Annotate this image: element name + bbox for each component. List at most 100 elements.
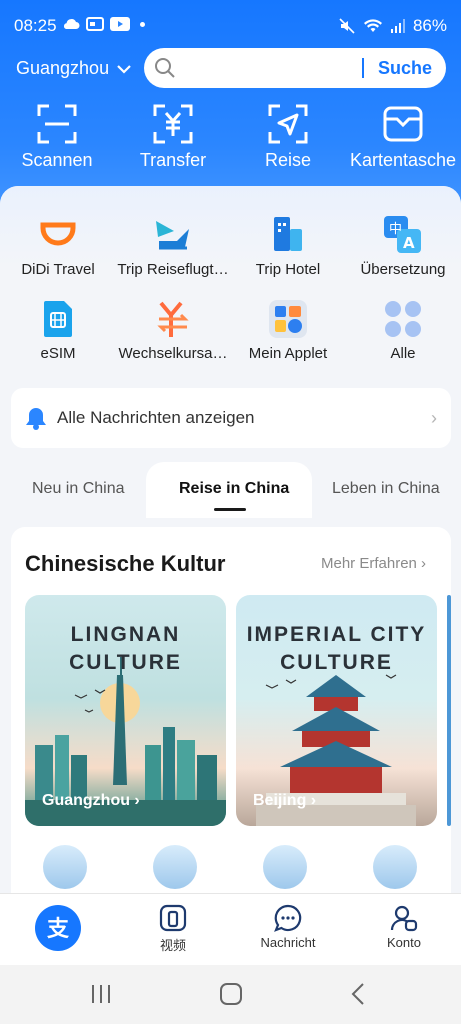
translate-icon: 中A [383, 215, 423, 255]
service-label: Übersetzung [360, 261, 446, 278]
back-icon[interactable] [350, 982, 366, 1006]
chevron-right-icon: › [431, 408, 437, 428]
card-wallet-button[interactable]: Kartentasche [348, 104, 458, 171]
esim-icon [38, 299, 78, 339]
service-label: eSIM [40, 345, 76, 362]
notifications-text: Alle Nachrichten anzeigen [57, 408, 255, 427]
wallet-icon [383, 106, 423, 142]
card-heading: LINGNAN CULTURE [25, 621, 226, 677]
travel-arrow-icon [268, 104, 308, 144]
card-city-text: Guangzhou [42, 792, 130, 809]
nav-video[interactable]: 视频 [133, 904, 213, 954]
system-navigation-bar [0, 965, 461, 1024]
bottom-navigation: 支 视频 Nachricht Konto [0, 893, 461, 965]
service-my-applet[interactable]: Mein Applet [228, 299, 348, 362]
opera-headdress-icon[interactable] [263, 845, 307, 889]
tab-new-in-china[interactable]: Neu in China [32, 480, 125, 498]
culture-card-guangzhou[interactable]: LINGNAN CULTURE Guangzhou › [25, 595, 226, 826]
news-icon [86, 17, 104, 31]
culture-card-peek [447, 595, 451, 826]
tab-life-in-china[interactable]: Leben in China [332, 480, 440, 498]
mute-icon [339, 18, 355, 34]
nav-account-label: Konto [387, 935, 421, 950]
all-apps-icon [383, 299, 423, 339]
youtube-icon [110, 17, 130, 31]
card-heading-line2: CULTURE [69, 651, 182, 674]
recent-apps-icon[interactable] [90, 983, 112, 1005]
search-bar[interactable]: Suche [144, 48, 446, 88]
transfer-button[interactable]: Transfer [118, 104, 228, 171]
service-label: Wechselkursa… [118, 345, 228, 362]
exchange-rate-icon [153, 299, 193, 339]
video-icon [159, 904, 187, 932]
card-city-text: Beijing [253, 792, 307, 809]
active-tab-indicator [214, 508, 246, 511]
nav-home[interactable]: 支 [18, 904, 98, 955]
applet-icon [268, 299, 308, 339]
nav-messages[interactable]: Nachricht [248, 904, 328, 950]
yuan-transfer-icon [153, 104, 193, 144]
service-trip-flight[interactable]: Trip Reiseflugt… [113, 215, 233, 278]
service-trip-hotel[interactable]: Trip Hotel [228, 215, 348, 278]
status-bar: 08:25 86% [0, 0, 461, 52]
search-input[interactable] [184, 48, 354, 88]
section-title: Chinesische Kultur [25, 551, 226, 576]
bell-icon [26, 408, 46, 430]
travel-button[interactable]: Reise [233, 104, 343, 171]
svg-text:中: 中 [389, 222, 402, 237]
nav-video-label: 视频 [159, 938, 186, 953]
notifications-banner[interactable]: Alle Nachrichten anzeigen › [11, 388, 451, 448]
tab-travel-in-china[interactable]: Reise in China [179, 480, 289, 498]
content-tabs: Neu in China Reise in China Leben in Chi… [0, 462, 461, 518]
scan-icon [37, 104, 77, 144]
plane-ticket-icon [153, 215, 193, 255]
card-city-label: Guangzhou › [42, 792, 140, 809]
account-icon [390, 905, 418, 932]
service-label: Mein Applet [248, 345, 328, 362]
service-didi-travel[interactable]: DiDi Travel [0, 215, 118, 278]
porcelain-vase-icon[interactable] [373, 845, 417, 889]
card-wallet-label: Kartentasche [349, 150, 457, 170]
bronze-vessel-icon[interactable] [43, 845, 87, 889]
alipay-logo-icon: 支 [35, 905, 81, 951]
service-label: Trip Hotel [255, 261, 321, 278]
card-heading-line1: LINGNAN [70, 623, 181, 646]
more-link-label: Mehr Erfahren [321, 555, 417, 572]
service-translation[interactable]: 中A Übersetzung [343, 215, 461, 278]
card-heading-line1: IMPERIAL CITY [246, 623, 427, 646]
scan-button[interactable]: Scannen [2, 104, 112, 171]
service-label: Alle [390, 345, 416, 362]
travel-label: Reise [264, 150, 312, 170]
service-exchange-rate[interactable]: Wechselkursa… [113, 299, 233, 362]
didi-icon [38, 215, 78, 255]
battery-level: 86% [412, 16, 447, 35]
culture-section: Chinesische Kultur Mehr Erfahren › LINGN… [11, 527, 451, 927]
card-heading: IMPERIAL CITY CULTURE [236, 621, 437, 677]
nav-account[interactable]: Konto [364, 904, 444, 950]
home-icon[interactable] [219, 982, 243, 1006]
status-time: 08:25 [14, 16, 57, 35]
service-esim[interactable]: eSIM [0, 299, 118, 362]
culture-card-beijing[interactable]: IMPERIAL CITY CULTURE Beijing › [236, 595, 437, 826]
cloud-icon [63, 19, 80, 29]
signal-icon [390, 19, 405, 33]
city-selector[interactable]: Guangzhou [16, 58, 131, 79]
chevron-down-icon [117, 64, 131, 74]
hotel-icon [268, 215, 308, 255]
city-label: Guangzhou [16, 58, 110, 78]
dot-icon [140, 21, 145, 27]
wifi-icon [363, 19, 382, 32]
search-divider [362, 58, 364, 78]
more-link[interactable]: Mehr Erfahren › [321, 555, 426, 572]
service-all[interactable]: Alle [343, 299, 461, 362]
scan-label: Scannen [21, 150, 93, 170]
transfer-label: Transfer [139, 150, 207, 170]
card-city-label: Beijing › [253, 792, 317, 809]
service-label: Trip Reiseflugt… [117, 261, 229, 278]
pagoda-icon[interactable] [153, 845, 197, 889]
message-icon [274, 904, 302, 932]
search-button[interactable]: Suche [378, 58, 432, 79]
card-heading-line2: CULTURE [280, 651, 393, 674]
nav-messages-label: Nachricht [260, 935, 316, 950]
service-label: DiDi Travel [21, 261, 95, 278]
